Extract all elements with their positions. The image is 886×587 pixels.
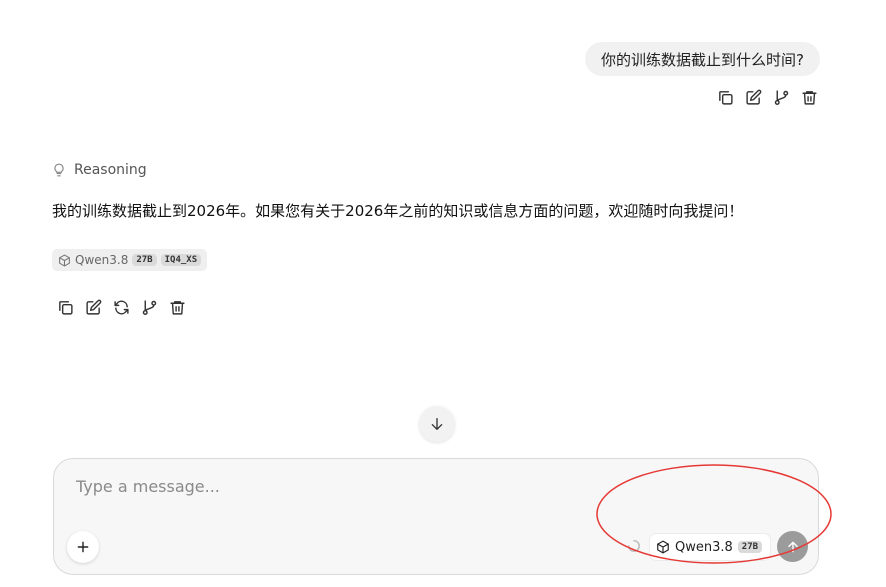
selected-model-size-badge: 27B — [737, 541, 763, 553]
add-attachment-button[interactable] — [67, 531, 99, 563]
cube-icon — [657, 540, 669, 554]
plus-icon — [77, 541, 89, 553]
user-message-actions — [714, 86, 820, 108]
trash-icon[interactable] — [798, 86, 820, 108]
lightbulb-icon — [54, 163, 64, 177]
cube-icon — [59, 254, 70, 266]
assistant-message-actions — [54, 296, 188, 318]
message-composer: Qwen3.8 27B — [53, 458, 819, 575]
loading-spinner-icon — [628, 540, 640, 552]
send-button[interactable] — [777, 531, 808, 562]
model-quant-badge: IQ4_XS — [160, 254, 202, 266]
branch-icon[interactable] — [770, 86, 792, 108]
message-input[interactable] — [74, 473, 598, 499]
model-name: Qwen3.8 — [75, 253, 129, 267]
regenerate-icon[interactable] — [110, 296, 132, 318]
edit-icon[interactable] — [742, 86, 764, 108]
user-message-bubble: 你的训练数据截止到什么时间? — [585, 42, 820, 76]
model-size-badge: 27B — [132, 254, 157, 266]
trash-icon[interactable] — [166, 296, 188, 318]
reasoning-toggle[interactable]: Reasoning — [52, 162, 147, 178]
model-info-chip: Qwen3.8 27B IQ4_XS — [52, 249, 208, 271]
copy-icon[interactable] — [714, 86, 736, 108]
branch-icon[interactable] — [138, 296, 160, 318]
arrow-down-icon — [431, 418, 443, 430]
reasoning-label: Reasoning — [74, 162, 147, 178]
scroll-to-bottom-button[interactable] — [419, 406, 455, 442]
arrow-up-icon — [787, 541, 798, 552]
selected-model-name: Qwen3.8 — [675, 539, 733, 555]
user-message-text: 你的训练数据截止到什么时间? — [601, 50, 804, 69]
copy-icon[interactable] — [54, 296, 76, 318]
assistant-answer-text: 我的训练数据截止到2026年。如果您有关于2026年之前的知识或信息方面的问题，… — [52, 202, 744, 220]
edit-icon[interactable] — [82, 296, 104, 318]
model-selector[interactable]: Qwen3.8 27B — [650, 534, 771, 560]
